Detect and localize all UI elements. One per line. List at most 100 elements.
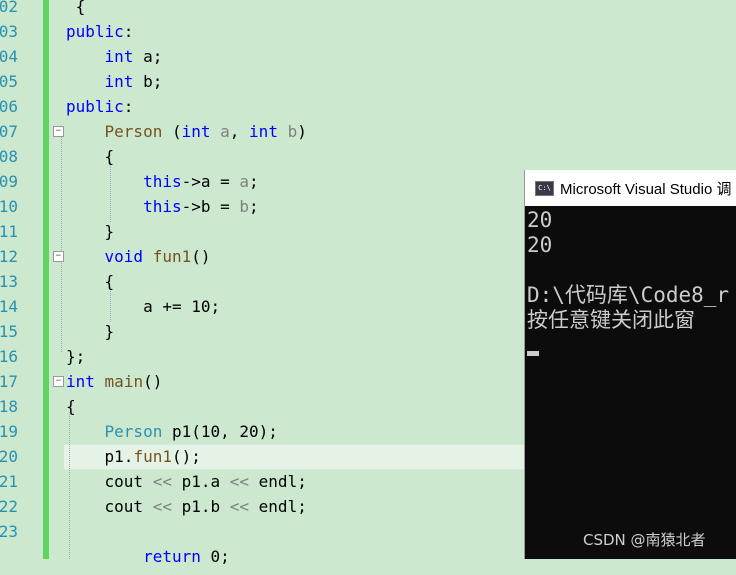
code-token: { <box>66 272 115 291</box>
code-token: a <box>239 172 250 191</box>
line-number: 05 <box>0 72 18 91</box>
line-number: 17 <box>0 372 18 391</box>
code-token: Person <box>104 122 163 141</box>
code-token: a <box>220 122 230 141</box>
code-text: } <box>66 319 115 344</box>
code-token: main <box>104 372 144 391</box>
line-number: 06 <box>0 97 18 116</box>
code-token: p1. <box>66 447 134 466</box>
code-token: ) <box>297 122 307 141</box>
console-line: 20 <box>527 208 553 232</box>
code-text: } <box>66 219 115 244</box>
code-token: int <box>104 47 134 66</box>
code-token: int <box>181 122 211 141</box>
code-token: : <box>123 22 134 41</box>
console-app-icon: C:\ <box>535 181 554 196</box>
code-token: a; <box>133 47 163 66</box>
code-token: endl; <box>249 472 307 491</box>
code-token: { <box>66 397 76 416</box>
code-token: Person <box>104 422 163 441</box>
code-token: fun1 <box>133 447 172 466</box>
code-token: , <box>229 122 250 141</box>
console-line: 按任意键关闭此窗 <box>527 308 695 332</box>
code-token: ( <box>162 122 182 141</box>
console-title-bar[interactable]: C:\ Microsoft Visual Studio 调 <box>525 170 736 206</box>
code-token: fun1 <box>152 247 192 266</box>
code-text: cout << p1.b << endl; <box>66 494 307 519</box>
code-token: ->b = <box>181 197 240 216</box>
console-window[interactable]: C:\ Microsoft Visual Studio 调 20 20 D:\代码库… <box>524 170 736 559</box>
code-token: p1(10, 20); <box>162 422 278 441</box>
code-token: (); <box>171 447 201 466</box>
code-token: int <box>104 72 134 91</box>
line-number: 20 <box>0 447 18 466</box>
code-token: << <box>229 497 250 516</box>
code-token: << <box>152 497 172 516</box>
code-token: b; <box>133 72 163 91</box>
code-text: int a; <box>66 44 163 69</box>
line-number: 07 <box>0 122 18 141</box>
code-text: this->b = b; <box>66 194 259 219</box>
code-token: int <box>249 122 278 141</box>
code-text: cout << p1.a << endl; <box>66 469 307 494</box>
code-token: public <box>66 97 124 116</box>
code-text: int main() <box>66 369 162 394</box>
code-text: public: <box>66 19 133 44</box>
code-text: { <box>66 0 86 19</box>
code-token: b <box>287 122 298 141</box>
code-text: return 0; <box>66 544 230 569</box>
console-title: Microsoft Visual Studio 调 <box>560 181 732 198</box>
code-token: return <box>143 547 201 566</box>
code-text: a += 10; <box>66 294 220 319</box>
line-number: 03 <box>0 22 18 41</box>
code-token: endl; <box>249 497 307 516</box>
code-text: p1.fun1(); <box>66 444 201 469</box>
code-token: ; <box>249 172 259 191</box>
code-text: int b; <box>66 69 163 94</box>
code-token: p1.a <box>171 472 230 491</box>
code-token: { <box>66 147 115 166</box>
code-token: a += 10; <box>66 297 221 316</box>
line-number: 12 <box>0 247 18 266</box>
line-number: 10 <box>0 197 18 216</box>
line-number: 02 <box>0 0 18 16</box>
line-number: 15 <box>0 322 18 341</box>
console-line: D:\代码库\Code8_r <box>527 283 730 307</box>
code-token: void <box>104 247 144 266</box>
code-token: ; <box>249 197 259 216</box>
console-output: 20 20 D:\代码库\Code8_r 按任意键关闭此窗 <box>527 208 736 333</box>
code-token: public <box>66 22 124 41</box>
line-number: 04 <box>0 47 18 66</box>
line-number: 11 <box>0 222 18 241</box>
code-token: } <box>66 322 115 341</box>
code-text: public: <box>66 94 133 119</box>
code-text: this->a = a; <box>66 169 259 194</box>
code-token: ->a = <box>181 172 240 191</box>
code-token: p1.b <box>171 497 230 516</box>
code-token: this <box>143 197 182 216</box>
code-text: { <box>66 394 76 419</box>
code-token: cout <box>66 472 153 491</box>
console-line: 20 <box>527 233 553 257</box>
line-number: 08 <box>0 147 18 166</box>
code-token: () <box>143 372 163 391</box>
line-number: 19 <box>0 422 18 441</box>
code-token: this <box>143 172 182 191</box>
console-cursor <box>527 351 539 356</box>
code-token: }; <box>66 347 86 366</box>
code-text: }; <box>66 344 85 369</box>
code-token: : <box>123 97 134 116</box>
code-token: () <box>191 247 211 266</box>
code-token: int <box>66 372 95 391</box>
